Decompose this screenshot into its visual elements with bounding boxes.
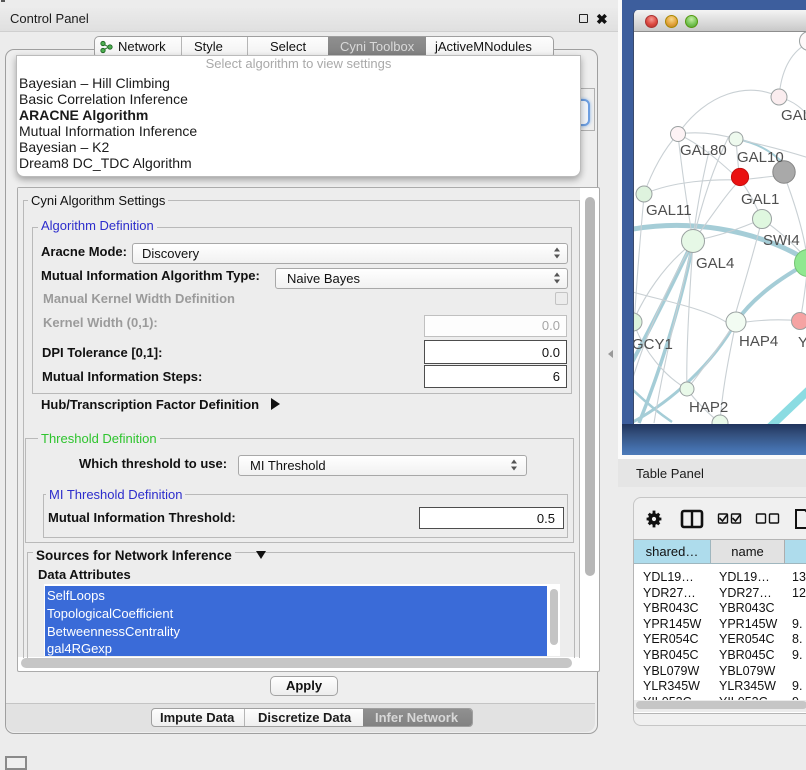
svg-text:GAL4: GAL4 (696, 255, 734, 272)
svg-text:HAP4: HAP4 (739, 333, 778, 350)
svg-text:GAL7: GAL7 (781, 107, 806, 124)
svg-text:GAL10: GAL10 (737, 149, 784, 166)
svg-text:Y: Y (798, 334, 806, 351)
svg-text:GAL11: GAL11 (646, 202, 692, 219)
svg-text:SWI4: SWI4 (763, 232, 800, 249)
svg-text:GAL80: GAL80 (680, 142, 727, 159)
svg-text:GAL1: GAL1 (741, 191, 779, 208)
svg-text:HAP2: HAP2 (689, 399, 728, 416)
svg-text:GCY1: GCY1 (634, 336, 673, 353)
